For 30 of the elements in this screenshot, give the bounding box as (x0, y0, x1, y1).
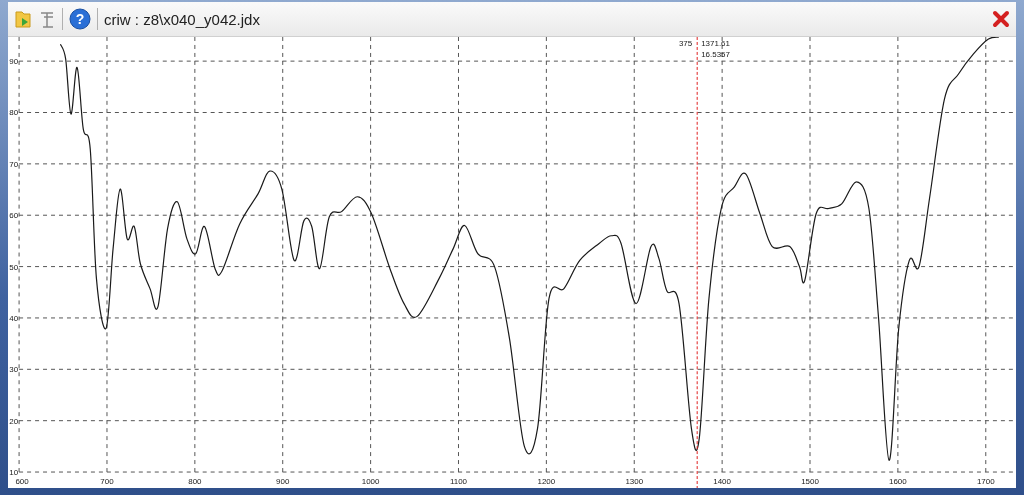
x-tick-label: 1300 (625, 477, 644, 486)
y-tick-label: 80 (9, 108, 19, 118)
y-tick-label: 70 (9, 159, 19, 169)
x-tick-label: 1700 (976, 477, 995, 486)
help-icon[interactable]: ? (69, 8, 91, 30)
folder-icon[interactable] (14, 9, 32, 29)
x-tick-label: 900 (276, 477, 290, 486)
tool-icon[interactable] (38, 9, 56, 29)
x-tick-label: 700 (100, 477, 114, 486)
x-tick-label: 1000 (361, 477, 380, 486)
cursor-y-reading: 16.5357 (701, 49, 730, 59)
y-tick-label: 60 (9, 211, 19, 221)
y-tick-label: 90 (9, 57, 19, 67)
window-title: criw : z8\x040_y042.jdx (104, 10, 261, 28)
close-button[interactable] (992, 10, 1010, 28)
x-tick-label: 1400 (713, 477, 731, 486)
x-tick-label: 600 (15, 477, 29, 486)
cursor-index: 375 (678, 39, 693, 48)
y-tick-label: 10 (9, 468, 19, 478)
cursor-line[interactable] (696, 37, 698, 488)
y-tick-label: 50 (9, 262, 19, 272)
y-tick-label: 20 (9, 416, 19, 426)
x-tick-label: 1500 (801, 477, 819, 486)
y-tick-label: 30 (9, 365, 19, 375)
x-tick-label: 1200 (537, 477, 556, 486)
x-tick-label: 800 (188, 477, 202, 486)
x-tick-label: 1600 (889, 477, 907, 486)
x-tick-label: 1100 (449, 477, 468, 486)
y-tick-label: 40 (9, 313, 19, 323)
cursor-x-reading: 1371.61 (701, 39, 730, 48)
